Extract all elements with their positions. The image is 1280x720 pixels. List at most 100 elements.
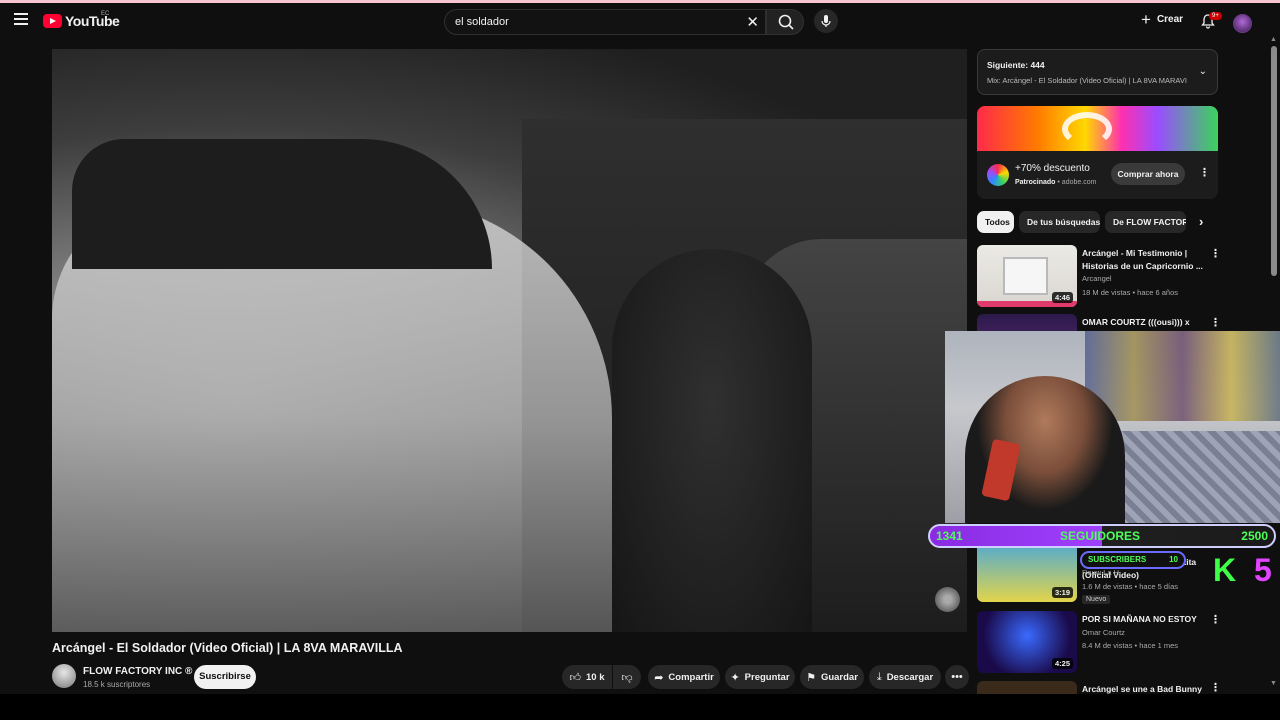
thumbs-up-icon: 👍︎ [569, 671, 582, 684]
ask-label: Preguntar [744, 671, 790, 683]
up-next-panel[interactable]: Siguiente: 444 Mix: Arcángel - El Soldad… [977, 49, 1218, 95]
followers-label: SEGUIDORES [1060, 529, 1141, 543]
video-thumbnail[interactable] [977, 681, 1077, 694]
video-duration: 3:19 [1051, 587, 1073, 598]
video-item-title: Arcángel se une a Bad Bunny en [1082, 684, 1202, 694]
channel-watermark[interactable] [935, 587, 960, 612]
channel-avatar[interactable] [52, 664, 76, 688]
video-item-meta: 1.6 M de vistas • hace 5 días [1082, 582, 1179, 591]
video-item-title: Arcángel - Mi Testimonio | Historias de … [1082, 248, 1203, 271]
share-label: Compartir [668, 671, 714, 683]
channel-name[interactable]: FLOW FACTORY INC ® [83, 666, 192, 677]
download-label: Descargar [886, 671, 934, 683]
search-input[interactable]: el soldador ✕ [444, 9, 766, 35]
subscribers-goal-bar: SUBSCRIBERS 10 [1080, 551, 1186, 569]
search-icon [778, 14, 794, 30]
share-icon: ➦ [654, 671, 664, 684]
voice-search-button[interactable] [814, 9, 838, 33]
chevron-down-icon[interactable]: ⌄ [1199, 66, 1207, 77]
webcam-person [965, 376, 1125, 523]
chip-from-searches[interactable]: De tus búsquedas [1019, 211, 1100, 233]
subscribers-label: SUBSCRIBERS [1088, 555, 1147, 564]
create-button[interactable]: + Crear [1141, 9, 1184, 29]
webcam-overlay [945, 331, 1280, 523]
followers-goal-bar: 1341 SEGUIDORES 2500 [928, 524, 1276, 548]
video-item-meta: 8.4 M de vistas • hace 1 mes [1082, 641, 1179, 650]
search-value: el soldador [455, 16, 509, 28]
share-button[interactable]: ➦ Compartir [648, 665, 720, 689]
subscriber-count: 18.5 k suscriptores [83, 680, 151, 689]
video-item-channel: Rauw La H [1082, 568, 1120, 577]
sparkle-icon: ✦ [730, 671, 740, 684]
adobe-logo-icon [987, 164, 1009, 186]
followers-current: 1341 [936, 529, 963, 543]
ad-card[interactable]: +70% descuento Patrocinado • adobe.com C… [977, 106, 1218, 199]
more-horizontal-icon: ••• [951, 671, 963, 683]
video-title: Arcángel - El Soldador (Video Oficial) |… [52, 641, 403, 655]
more-vertical-icon[interactable]: ⋮ [1210, 247, 1221, 260]
clear-search-icon[interactable]: ✕ [746, 13, 759, 31]
youtube-logo[interactable]: YouTube EC [43, 11, 120, 29]
overlay-number: 5 [1254, 552, 1272, 588]
more-vertical-icon[interactable]: ⋮ [1199, 166, 1210, 179]
video-item-channel: Arcangel [1082, 274, 1112, 283]
video-item-title: POR SI MAÑANA NO ESTOY [1082, 614, 1197, 624]
buy-now-button[interactable]: Comprar ahora [1111, 163, 1185, 185]
more-vertical-icon[interactable]: ⋮ [1210, 613, 1221, 626]
chevron-right-icon[interactable]: › [1199, 214, 1203, 229]
download-icon: ⤓ [876, 670, 882, 683]
ad-sponsor-line: Patrocinado • adobe.com [1015, 179, 1097, 186]
scroll-down-arrow-icon[interactable]: ▼ [1270, 680, 1277, 687]
masthead: YouTube EC el soldador ✕ + Crear 9+ [0, 3, 1280, 41]
menu-icon[interactable] [14, 13, 28, 25]
video-item-meta: 18 M de vistas • hace 6 años [1082, 288, 1179, 297]
subscribe-button[interactable]: Suscribirse [194, 665, 256, 689]
like-button[interactable]: 👍︎ 10 k [562, 665, 612, 689]
notification-badge: 9+ [1209, 12, 1222, 20]
more-vertical-icon[interactable]: ⋮ [1210, 681, 1221, 694]
list-item[interactable]: 4:46 Arcángel - Mi Testimonio | Historia… [977, 245, 1227, 309]
dislike-button[interactable]: 👎︎ [613, 665, 641, 689]
webcam-posters [1085, 331, 1280, 421]
microphone-icon [821, 15, 831, 27]
create-label: Crear [1156, 14, 1184, 25]
video-thumbnail[interactable]: 4:25 [977, 611, 1077, 673]
ad-banner-image[interactable] [977, 106, 1218, 151]
search-button[interactable] [766, 9, 804, 35]
up-next-subtitle: Mix: Arcángel - El Soldador (Video Ofici… [987, 76, 1187, 85]
chip-from-channel[interactable]: De FLOW FACTORY [1105, 211, 1186, 233]
country-code: EC [101, 11, 110, 17]
list-item[interactable]: 4:25 POR SI MAÑANA NO ESTOY Omar Courtz … [977, 611, 1227, 675]
scroll-up-arrow-icon[interactable]: ▲ [1270, 36, 1277, 43]
logo-text: YouTube [65, 13, 120, 29]
like-count: 10 k [586, 671, 605, 683]
ask-button[interactable]: ✦ Preguntar [725, 665, 795, 689]
followers-goal: 2500 [1241, 529, 1268, 543]
list-item[interactable]: 3:19 La H ... Myke Towers - Putita (Ofic… [977, 540, 1227, 604]
video-frame-person [612, 249, 812, 632]
more-vertical-icon[interactable]: ⋮ [1210, 316, 1221, 329]
bottom-bar [0, 694, 1280, 720]
video-player[interactable] [52, 49, 967, 632]
scrollbar-thumb[interactable] [1271, 46, 1277, 276]
video-thumbnail[interactable]: 4:46 [977, 245, 1077, 307]
overlay-letter: K [1213, 552, 1237, 588]
bookmark-icon: ⚑ [806, 671, 816, 684]
up-next-title: Siguiente: 444 [987, 60, 1045, 70]
youtube-play-icon [43, 14, 62, 28]
ad-domain: adobe.com [1061, 179, 1097, 186]
more-actions-button[interactable]: ••• [945, 665, 969, 689]
download-button[interactable]: ⤓ Descargar [869, 665, 941, 689]
plus-icon: + [1141, 9, 1151, 29]
save-button[interactable]: ⚑ Guardar [800, 665, 864, 689]
sponsored-label: Patrocinado [1015, 179, 1056, 186]
video-thumbnail[interactable]: 3:19 [977, 540, 1077, 602]
chip-all[interactable]: Todos [977, 211, 1014, 233]
video-item-channel: Omar Courtz [1082, 628, 1125, 637]
subscribers-count: 10 [1169, 555, 1178, 564]
user-avatar[interactable] [1233, 14, 1252, 33]
video-duration: 4:25 [1051, 658, 1073, 669]
list-item[interactable]: Arcángel se une a Bad Bunny en ⋮ [977, 681, 1227, 694]
video-duration: 4:46 [1051, 292, 1073, 303]
video-item-title: OMAR COURTZ (((ousi))) x [1082, 317, 1190, 327]
